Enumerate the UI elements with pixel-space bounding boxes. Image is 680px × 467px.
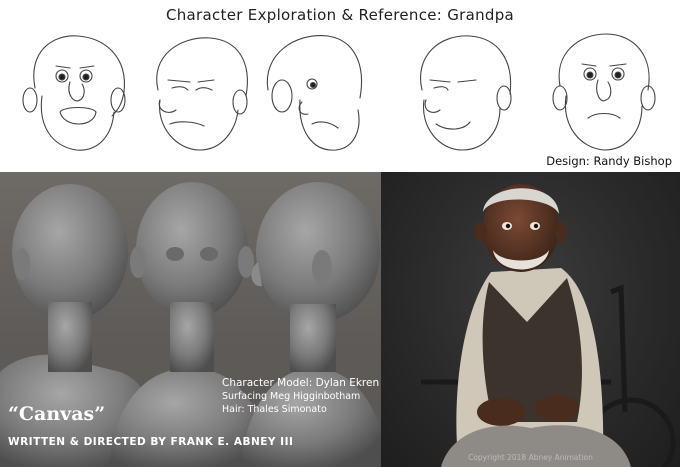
- design-credit: Design: Randy Bishop: [546, 154, 672, 168]
- copyright-notice: Copyright 2018 Abney Animation: [468, 453, 593, 462]
- sketch-head-side-worried: [266, 34, 363, 151]
- sketch-head-front-shocked: [22, 35, 126, 151]
- clay-bust-profile: [240, 182, 381, 467]
- sketch-head-front-frown: [552, 33, 656, 151]
- sketch-panel: Character Exploration & Reference: Grand…: [0, 0, 680, 172]
- sculpt-credits: Character Model: Dylan Ekren Surfacing M…: [222, 377, 379, 416]
- credit-hair: Hair: Thales Simonato: [222, 404, 327, 415]
- sketch-title: Character Exploration & Reference: Grand…: [165, 6, 515, 24]
- right-ear: [555, 222, 567, 242]
- written-directed-credit: WRITTEN & DIRECTED BY FRANK E. ABNEY III: [8, 436, 294, 448]
- credit-character-model: Character Model: Dylan Ekren: [222, 377, 380, 389]
- sketch-head-three-quarter-grumpy: [156, 37, 248, 151]
- right-hand: [535, 395, 579, 421]
- grandpa-sketches: [22, 33, 656, 151]
- clay-sculpt-panel: Character Model: Dylan Ekren Surfacing M…: [0, 172, 381, 467]
- artwork-sheet: Character Exploration & Reference: Grand…: [0, 0, 680, 467]
- left-ear: [475, 222, 487, 242]
- film-title: “Canvas”: [8, 403, 106, 425]
- grandpa-render: [421, 184, 676, 467]
- sketch-head-three-quarter-smile: [420, 35, 512, 151]
- clay-bust-front: [110, 182, 270, 467]
- credit-surfacing: Surfacing Meg Higginbotham: [222, 391, 361, 402]
- render-panel: Copyright 2018 Abney Animation: [381, 172, 680, 467]
- left-hand: [477, 398, 525, 426]
